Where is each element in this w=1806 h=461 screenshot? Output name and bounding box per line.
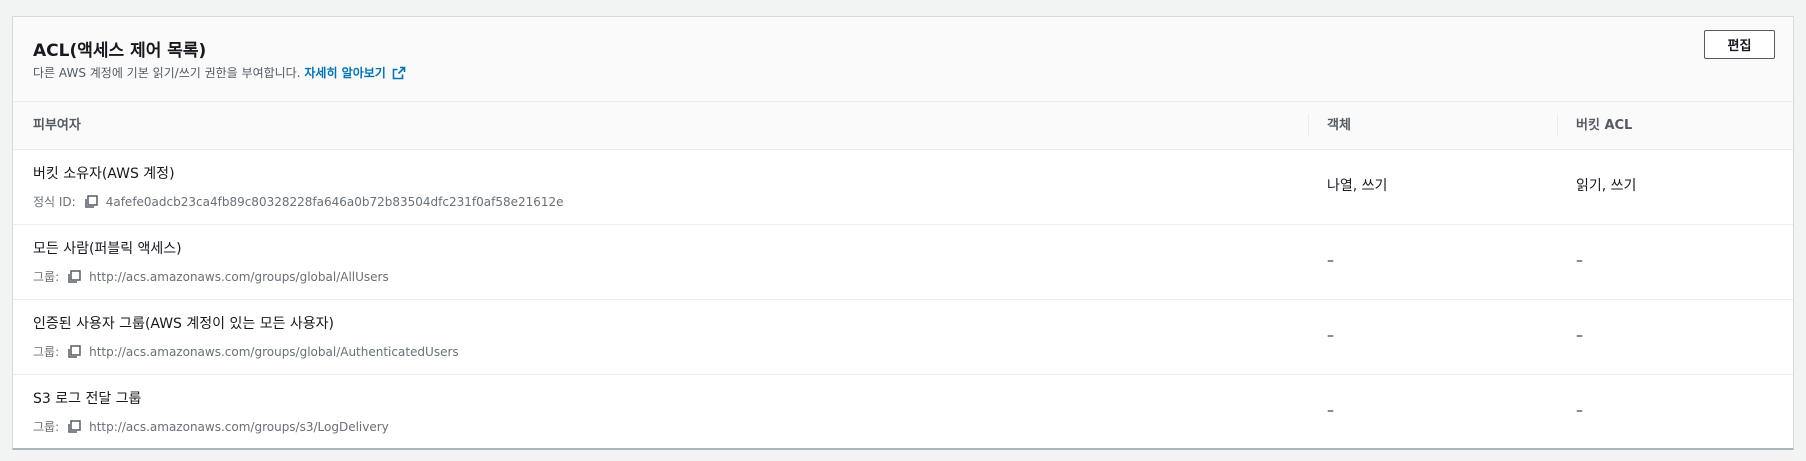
table-row: 모든 사람(퍼블릭 액세스) 그룹: http://acs.amazonaws.… xyxy=(13,225,1793,300)
column-divider[interactable] xyxy=(1308,114,1309,137)
meta-label: 정식 ID: xyxy=(33,195,76,209)
grantee-meta: 그룹: http://acs.amazonaws.com/groups/s3/L… xyxy=(33,418,389,435)
copy-icon[interactable] xyxy=(84,194,98,209)
object-permission: 나열, 쓰기 xyxy=(1327,178,1388,194)
object-permission: – xyxy=(1327,403,1334,419)
acl-panel: ACL(액세스 제어 목록) 다른 AWS 계정에 기본 읽기/쓰기 권한을 부… xyxy=(12,16,1794,450)
bucket-acl-permission: – xyxy=(1576,328,1583,344)
edit-button[interactable]: 편집 xyxy=(1704,30,1775,59)
column-header-grantee[interactable]: 피부여자 xyxy=(33,102,81,149)
group-uri: http://acs.amazonaws.com/groups/global/A… xyxy=(89,344,459,359)
object-permission: – xyxy=(1327,253,1334,269)
grantee-meta: 정식 ID: 4afefe0adcb23ca4fb89c80328228fa64… xyxy=(33,193,564,210)
meta-label: 그룹: xyxy=(33,270,60,284)
table-row: S3 로그 전달 그룹 그룹: http://acs.amazonaws.com… xyxy=(13,375,1793,450)
copy-icon[interactable] xyxy=(67,344,81,359)
grantee-name: S3 로그 전달 그룹 xyxy=(33,391,142,407)
grantee-name: 버킷 소유자(AWS 계정) xyxy=(33,166,175,182)
bucket-acl-permission: – xyxy=(1576,403,1583,419)
grantee-meta: 그룹: http://acs.amazonaws.com/groups/glob… xyxy=(33,268,389,285)
column-header-object[interactable]: 객체 xyxy=(1327,102,1351,149)
table-row: 인증된 사용자 그룹(AWS 계정이 있는 모든 사용자) 그룹: http:/… xyxy=(13,300,1793,375)
copy-icon[interactable] xyxy=(67,269,81,284)
external-link-icon xyxy=(392,66,406,80)
meta-label: 그룹: xyxy=(33,345,60,359)
grantee-meta: 그룹: http://acs.amazonaws.com/groups/glob… xyxy=(33,343,459,360)
learn-more-label: 자세히 알아보기 xyxy=(304,66,386,80)
table-row: 버킷 소유자(AWS 계정) 정식 ID: 4afefe0adcb23ca4fb… xyxy=(13,150,1793,225)
learn-more-link[interactable]: 자세히 알아보기 xyxy=(304,66,406,80)
object-permission: – xyxy=(1327,328,1334,344)
table-header: 피부여자 객체 버킷 ACL xyxy=(13,101,1793,150)
bucket-acl-permission: – xyxy=(1576,253,1583,269)
column-header-bucket-acl[interactable]: 버킷 ACL xyxy=(1576,102,1632,149)
description-text: 다른 AWS 계정에 기본 읽기/쓰기 권한을 부여합니다. xyxy=(33,66,301,80)
panel-title: ACL(액세스 제어 목록) xyxy=(33,41,207,61)
panel-header: ACL(액세스 제어 목록) 다른 AWS 계정에 기본 읽기/쓰기 권한을 부… xyxy=(13,17,1793,101)
group-uri: http://acs.amazonaws.com/groups/s3/LogDe… xyxy=(89,419,389,434)
meta-label: 그룹: xyxy=(33,420,60,434)
grantee-name: 모든 사람(퍼블릭 액세스) xyxy=(33,241,182,257)
bucket-acl-permission: 읽기, 쓰기 xyxy=(1576,178,1637,194)
copy-icon[interactable] xyxy=(67,419,81,434)
column-divider[interactable] xyxy=(1557,114,1558,137)
grantee-name: 인증된 사용자 그룹(AWS 계정이 있는 모든 사용자) xyxy=(33,316,335,332)
panel-description: 다른 AWS 계정에 기본 읽기/쓰기 권한을 부여합니다. 자세히 알아보기 xyxy=(33,64,406,81)
canonical-id: 4afefe0adcb23ca4fb89c80328228fa646a0b72b… xyxy=(105,194,564,209)
group-uri: http://acs.amazonaws.com/groups/global/A… xyxy=(89,269,389,284)
